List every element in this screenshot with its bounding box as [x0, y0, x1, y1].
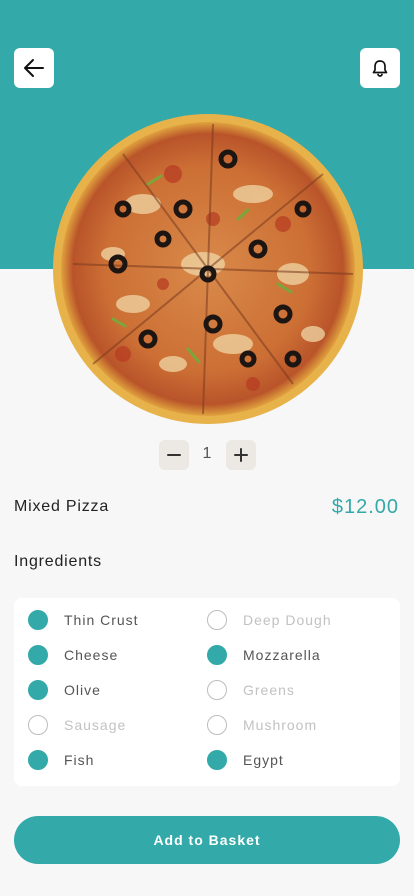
plus-icon: [234, 448, 248, 462]
ingredient-option[interactable]: Mushroom: [207, 715, 317, 735]
ingredient-label: Deep Dough: [243, 612, 332, 628]
pizza-image: [53, 114, 363, 424]
ingredient-option[interactable]: Greens: [207, 680, 295, 700]
radio-indicator: [28, 715, 48, 735]
radio-indicator: [207, 715, 227, 735]
ingredient-option[interactable]: Mozzarella: [207, 645, 321, 665]
product-price: $12.00: [331, 496, 399, 518]
ingredient-option[interactable]: Sausage: [28, 715, 126, 735]
ingredients-title: Ingredients: [14, 553, 102, 570]
ingredient-option[interactable]: Thin Crust: [28, 610, 139, 630]
radio-indicator: [207, 645, 227, 665]
decrease-quantity-button[interactable]: [159, 440, 189, 470]
radio-indicator: [28, 750, 48, 770]
ingredient-option[interactable]: Olive: [28, 680, 101, 700]
ingredient-option[interactable]: Cheese: [28, 645, 118, 665]
ingredient-label: Egypt: [243, 752, 284, 768]
product-name: Mixed Pizza: [14, 498, 110, 515]
ingredient-option[interactable]: Deep Dough: [207, 610, 332, 630]
add-to-basket-button[interactable]: Add to Basket: [14, 816, 400, 864]
ingredient-option[interactable]: Egypt: [207, 750, 284, 770]
ingredient-label: Greens: [243, 682, 295, 698]
ingredient-label: Olive: [64, 682, 101, 698]
arrow-left-icon: [24, 59, 44, 77]
radio-indicator: [28, 680, 48, 700]
ingredient-label: Fish: [64, 752, 95, 768]
ingredient-label: Mushroom: [243, 717, 318, 733]
ingredient-label: Thin Crust: [64, 612, 139, 628]
bell-icon: [372, 60, 388, 77]
radio-indicator: [28, 610, 48, 630]
ingredient-label: Sausage: [64, 717, 127, 733]
radio-indicator: [28, 645, 48, 665]
radio-indicator: [207, 750, 227, 770]
radio-indicator: [207, 610, 227, 630]
ingredient-label: Cheese: [64, 647, 119, 663]
ingredient-option[interactable]: Fish: [28, 750, 94, 770]
radio-indicator: [207, 680, 227, 700]
quantity-stepper: 1: [158, 440, 258, 470]
quantity-value: 1: [202, 445, 212, 462]
ingredient-label: Mozzarella: [243, 647, 321, 663]
notification-button[interactable]: [360, 48, 400, 88]
ingredients-card: Thin Crust Deep Dough Cheese Mozzarella …: [14, 598, 400, 786]
minus-icon: [167, 454, 181, 456]
back-button[interactable]: [14, 48, 54, 88]
increase-quantity-button[interactable]: [226, 440, 256, 470]
